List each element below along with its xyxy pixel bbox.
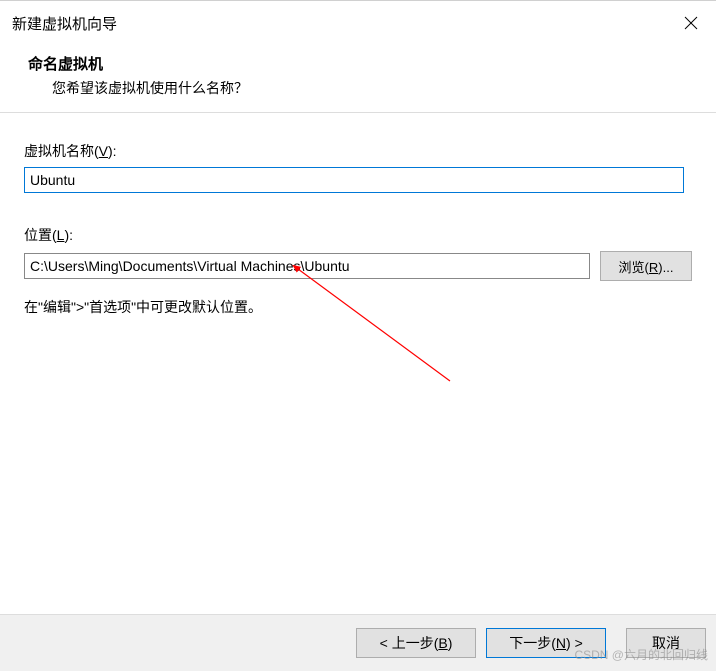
location-input[interactable] (24, 253, 590, 279)
wizard-body: 虚拟机名称(V): 位置(L): 浏览(R)... 在"编辑">"首选项"中可更… (0, 113, 716, 614)
wizard-header: 命名虚拟机 您希望该虚拟机使用什么名称？ (0, 45, 716, 113)
vm-name-label: 虚拟机名称(V): (24, 141, 692, 161)
cancel-button[interactable]: 取消 (626, 628, 706, 658)
vm-name-input[interactable] (24, 167, 684, 193)
close-button[interactable] (666, 1, 716, 45)
close-icon (684, 16, 698, 30)
location-label: 位置(L): (24, 225, 692, 245)
browse-button[interactable]: 浏览(R)... (600, 251, 692, 281)
page-subtitle: 您希望该虚拟机使用什么名称？ (28, 78, 704, 98)
location-hint: 在"编辑">"首选项"中可更改默认位置。 (24, 297, 692, 317)
page-title: 命名虚拟机 (28, 53, 704, 74)
new-vm-wizard-dialog: 新建虚拟机向导 命名虚拟机 您希望该虚拟机使用什么名称？ 虚拟机名称(V): 位… (0, 0, 716, 671)
titlebar: 新建虚拟机向导 (0, 1, 716, 45)
window-title: 新建虚拟机向导 (12, 13, 666, 34)
next-button[interactable]: 下一步(N) > (486, 628, 606, 658)
back-button[interactable]: < 上一步(B) (356, 628, 476, 658)
wizard-footer: < 上一步(B) 下一步(N) > 取消 (0, 614, 716, 671)
